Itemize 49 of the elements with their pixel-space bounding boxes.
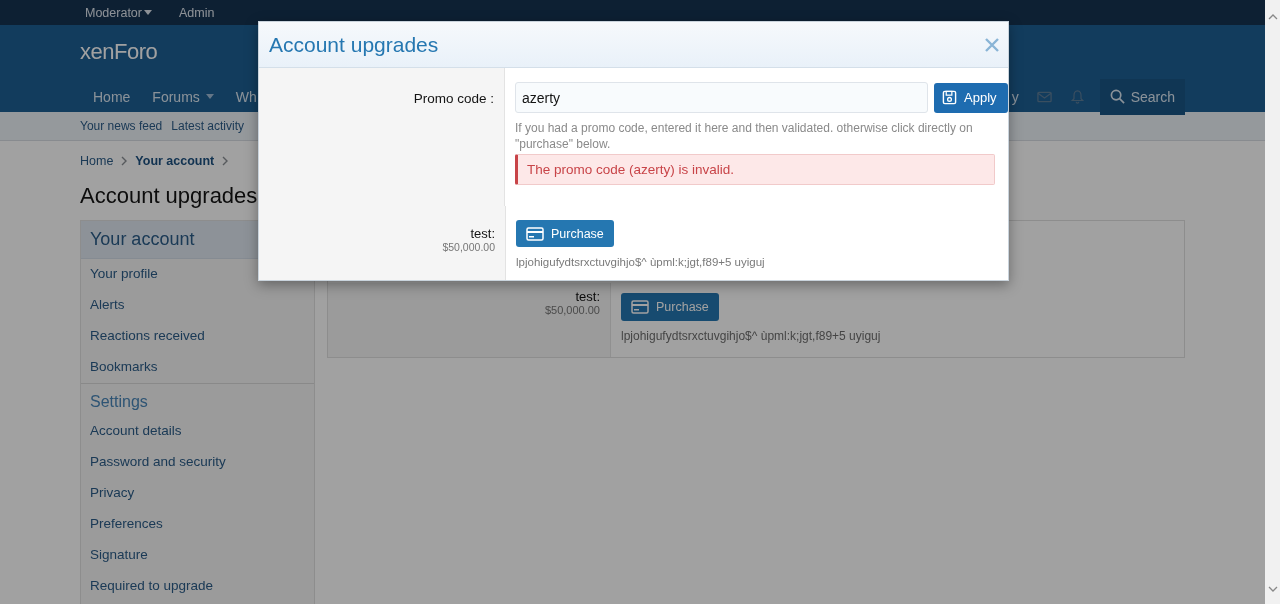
- breadcrumb-link[interactable]: Home: [80, 154, 114, 168]
- promo-code-field[interactable]: azerty: [515, 82, 928, 113]
- sidebar-heading: Settings: [89, 392, 149, 412]
- scrollbar[interactable]: [1265, 0, 1280, 604]
- upgrade-name: test:: [575, 289, 600, 304]
- save-icon: [942, 90, 957, 105]
- nav-tab[interactable]: Forums: [140, 88, 224, 105]
- sidebar-item[interactable]: Required to upgrade: [81, 571, 314, 602]
- dialog-title: Account upgrades: [269, 32, 439, 57]
- chevron-icon: [222, 156, 229, 166]
- nav-tab[interactable]: Home: [80, 88, 141, 105]
- sidebar-item[interactable]: Preferences: [81, 509, 314, 540]
- promo-code-hint: If you had a promo code, entered it here and then validated. otherwise click directly on "purchase" below.: [515, 120, 974, 152]
- sub-nav-link[interactable]: Latest activity: [171, 119, 244, 133]
- error-message: The promo code (azerty) is invalid.: [515, 154, 995, 185]
- sidebar-item[interactable]: Alerts: [81, 290, 314, 321]
- caret-icon: [144, 10, 152, 15]
- nav-link[interactable]: y: [1011, 88, 1019, 105]
- upgrade-price: $50,000.00: [544, 304, 600, 316]
- purchase-button[interactable]: Purchase: [621, 293, 719, 321]
- search-icon: [1109, 89, 1125, 104]
- page-title: Account upgrades: [80, 182, 259, 210]
- close-icon[interactable]: [985, 37, 999, 52]
- upgrade-description: lpjohigufydtsrxctuvgihjo$^ ùpml:k;jgt,f89+5 uyiguj: [516, 256, 766, 268]
- chevron-icon: [121, 156, 128, 166]
- credit-card-icon: [631, 300, 649, 314]
- upgrade-price: $50,000.00: [442, 241, 495, 253]
- purchase-button[interactable]: Purchase: [516, 220, 614, 247]
- sidebar-item[interactable]: Password and security: [81, 447, 314, 478]
- top-link[interactable]: Moderator: [80, 5, 152, 20]
- search-button[interactable]: Search: [1099, 78, 1185, 115]
- sidebar-item[interactable]: Bookmarks: [81, 352, 314, 383]
- upgrade-description: lpjohigufydtsrxctuvgihjo$^ ùpml:k;jgt,f89+5 uyiguj: [621, 329, 881, 343]
- promo-code-label: Promo code :: [413, 91, 494, 108]
- sidebar-item[interactable]: Reactions received: [81, 321, 314, 352]
- scroll-down-icon[interactable]: [1267, 586, 1278, 592]
- breadcrumb-link[interactable]: Your account: [135, 154, 215, 168]
- sidebar-item[interactable]: Privacy: [81, 478, 314, 509]
- upgrade-name: test:: [470, 226, 495, 241]
- scroll-up-icon[interactable]: [1267, 14, 1278, 20]
- apply-button[interactable]: Apply: [934, 82, 1008, 113]
- sidebar-item[interactable]: Signature: [81, 540, 314, 571]
- mail-icon[interactable]: [1036, 89, 1052, 104]
- bell-icon[interactable]: [1069, 89, 1085, 104]
- top-link[interactable]: Admin: [174, 5, 215, 20]
- caret-icon: [205, 94, 214, 99]
- sidebar-item[interactable]: Account details: [81, 416, 314, 447]
- sub-nav-link[interactable]: Your news feed: [80, 119, 163, 133]
- credit-card-icon: [526, 226, 544, 241]
